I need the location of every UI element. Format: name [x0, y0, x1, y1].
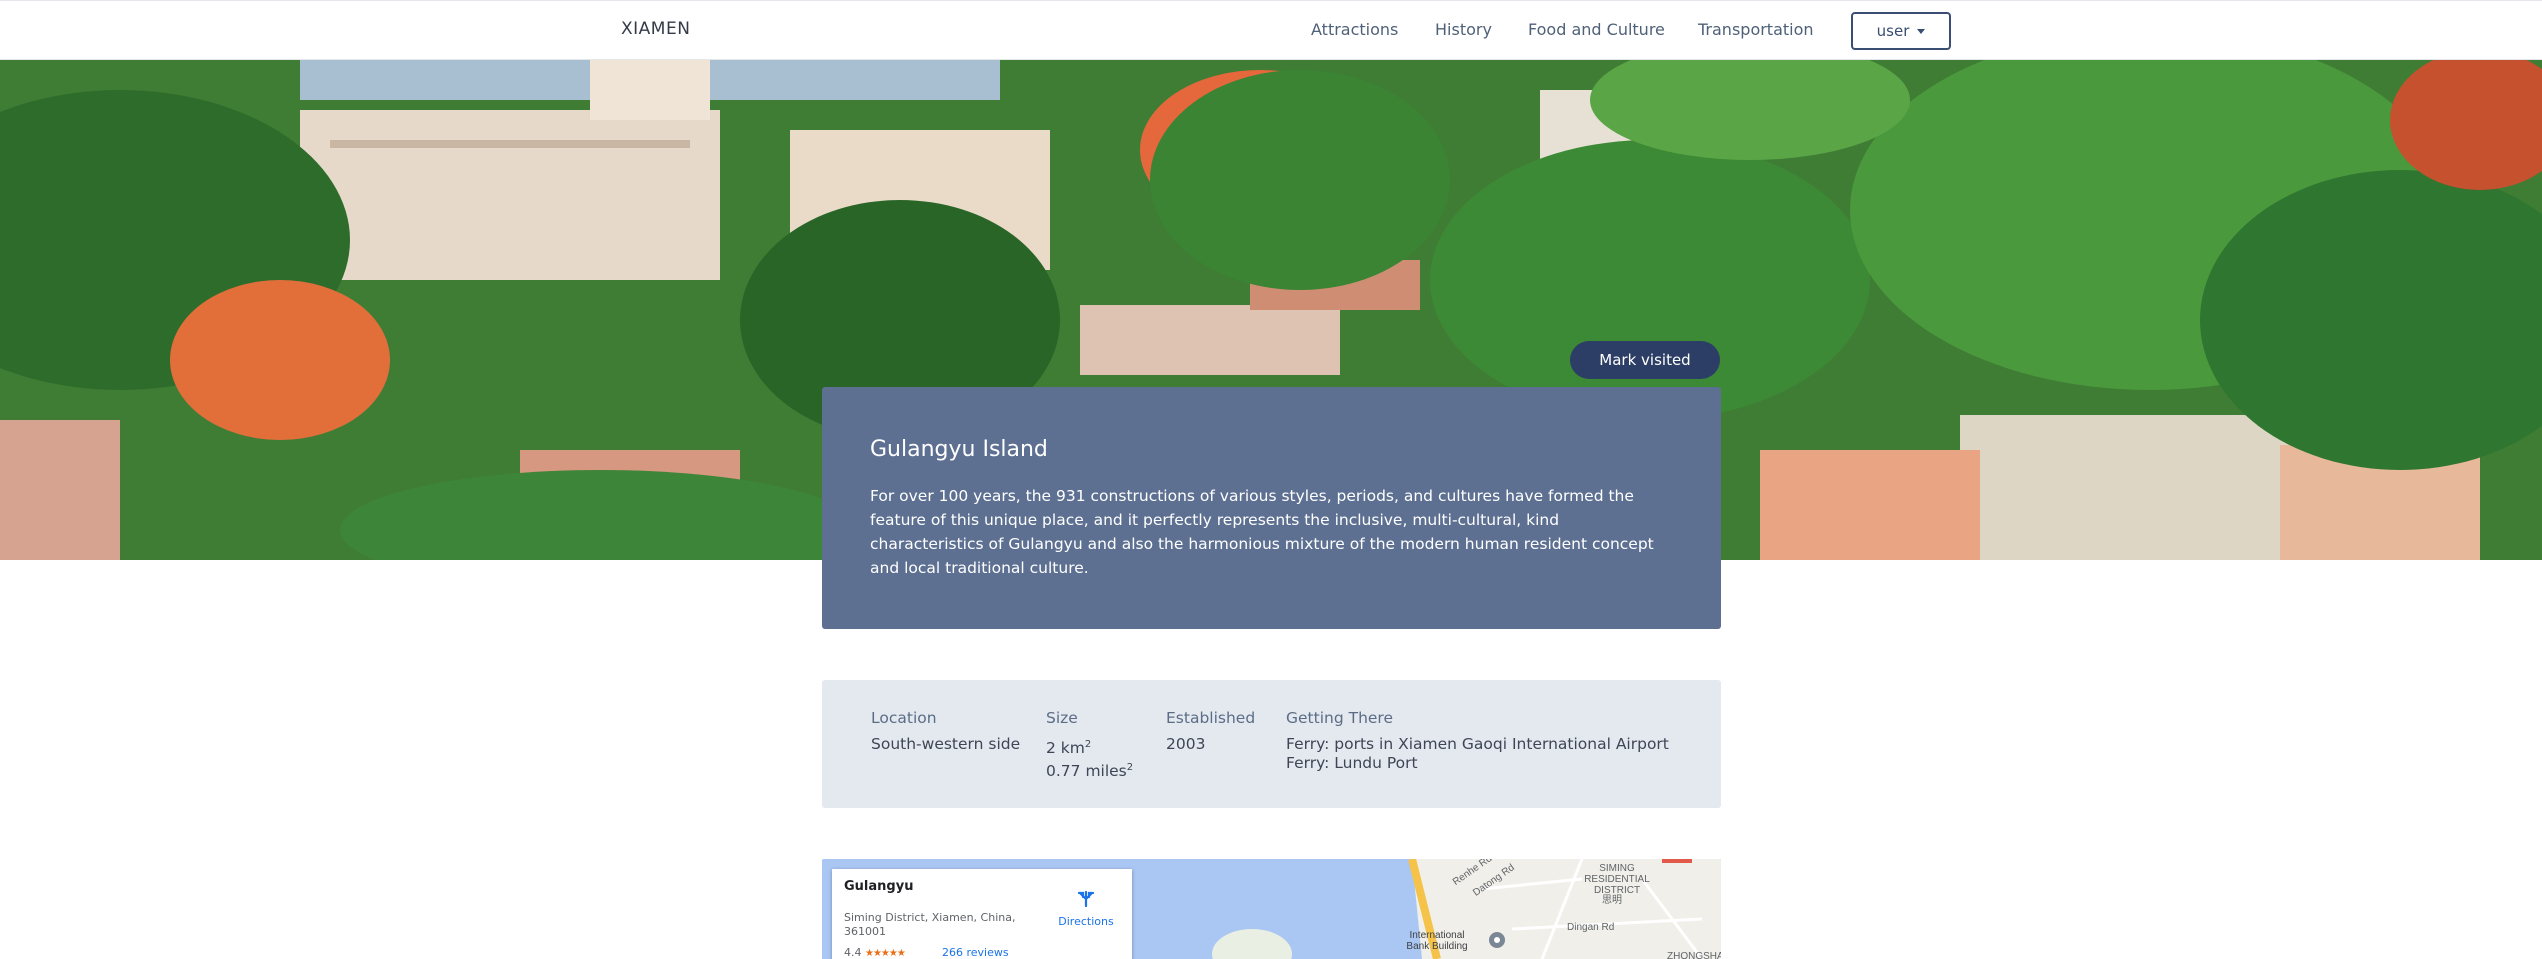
user-dropdown-button[interactable]: user — [1851, 12, 1951, 50]
directions-icon — [1077, 890, 1095, 908]
detail-established-label: Established — [1166, 709, 1256, 727]
detail-size-label: Size — [1046, 709, 1078, 727]
map-label-siming-cn: 思明 — [1602, 895, 1622, 906]
nav-link-history[interactable]: History — [1435, 20, 1492, 39]
detail-size: Size 2 km2 0.77 miles2 — [1046, 709, 1133, 781]
detail-established-value: 2003 — [1166, 735, 1206, 753]
detail-size-km: 2 km2 — [1046, 739, 1092, 758]
brand-logo[interactable]: XIAMEN — [621, 19, 690, 39]
map-directions-button[interactable]: Directions — [1056, 889, 1116, 928]
detail-getting-there-label: Getting There — [1286, 709, 1393, 727]
detail-getting-there-line2: Ferry: Lundu Port — [1286, 754, 1418, 772]
map-place-name[interactable]: Gulangyu — [844, 879, 913, 894]
detail-location-value: South-western side — [871, 735, 1021, 753]
user-label: user — [1876, 22, 1910, 40]
attraction-info-card: Gulangyu Island For over 100 years, the … — [822, 387, 1721, 629]
nav-link-food-and-culture[interactable]: Food and Culture — [1528, 20, 1665, 39]
embedded-map[interactable]: SIMING RESIDENTIAL DISTRICT 思明 Dingan Rd… — [822, 859, 1721, 959]
detail-getting-there: Getting There Ferry: ports in Xiamen Gao… — [1286, 709, 1669, 773]
map-label-siming: SIMING RESIDENTIAL DISTRICT — [1584, 863, 1650, 896]
detail-location-label: Location — [871, 709, 937, 727]
rating-stars-icon: ★★★★★ — [865, 948, 906, 959]
directions-label: Directions — [1058, 915, 1114, 928]
map-label-zhongshan: ZHONGSHA — [1667, 951, 1721, 959]
detail-size-miles: 0.77 miles2 — [1046, 762, 1134, 781]
map-place-card: Gulangyu Siming District, Xiamen, China,… — [832, 869, 1132, 959]
attraction-description: For over 100 years, the 931 construction… — [870, 487, 1654, 577]
map-label-dingan: Dingan Rd — [1567, 922, 1615, 933]
top-navbar: XIAMEN Attractions History Food and Cult… — [0, 0, 2542, 60]
detail-established: Established 2003 — [1166, 709, 1255, 754]
attraction-details-panel: Location South-western side Size 2 km2 0… — [822, 680, 1721, 808]
detail-getting-there-line1: Ferry: ports in Xiamen Gaoqi Internation… — [1286, 735, 1669, 753]
map-label-bank: International Bank Building — [1406, 930, 1468, 952]
map-place-rating: 4.4 ★★★★★ — [844, 946, 906, 959]
map-reviews-link[interactable]: 266 reviews — [942, 946, 1009, 959]
mark-visited-button[interactable]: Mark visited — [1570, 341, 1720, 379]
nav-link-transportation[interactable]: Transportation — [1698, 20, 1814, 39]
caret-down-icon — [1917, 28, 1926, 34]
attraction-title: Gulangyu Island — [870, 437, 1048, 462]
nav-link-attractions[interactable]: Attractions — [1311, 20, 1398, 39]
detail-location: Location South-western side — [871, 709, 1020, 754]
map-place-address: Siming District, Xiamen, China, 361001 — [844, 911, 1016, 938]
